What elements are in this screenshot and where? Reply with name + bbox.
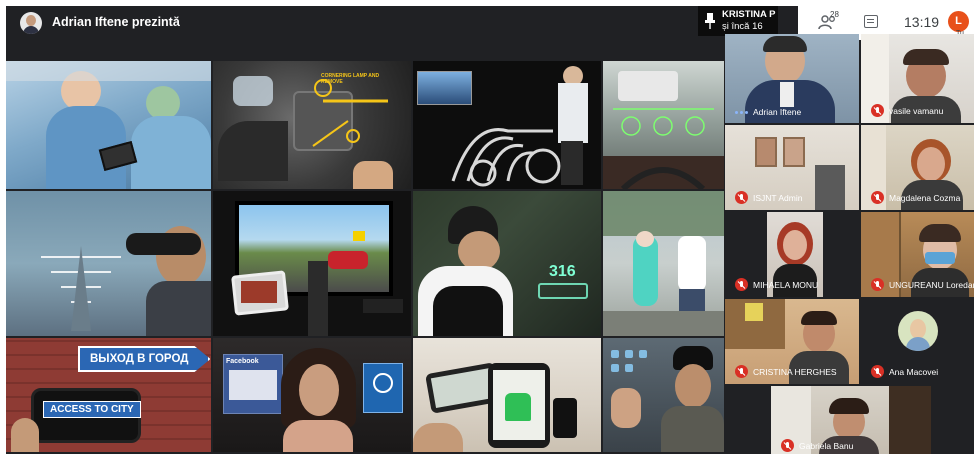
pinned-name: KRISTINA P	[722, 9, 776, 20]
participant-tile-cristina-herghes[interactable]: CRISTINA HERGHES	[725, 299, 859, 384]
phone-sign: ACCESS TO CITY	[43, 401, 141, 418]
slide-image-hud-headset	[6, 191, 211, 336]
slide-image-gesture-interface	[603, 338, 724, 452]
participant-tile-ungureanu-loredana[interactable]: UNGUREANU Loredana	[861, 212, 974, 297]
participant-name: ISJNT Admin	[735, 191, 802, 204]
slide-image-surgery	[6, 61, 211, 189]
mic-off-icon	[871, 365, 884, 378]
shared-presentation: CORNERING LAMP AND REMOVE 316 ВЫХОД В ГО…	[6, 61, 724, 452]
meet-window: Adrian Iftene prezintă KRISTINA P și înc…	[6, 6, 974, 454]
participant-avatar	[898, 311, 938, 351]
mic-off-icon	[735, 365, 748, 378]
phone-sign-text: ACCESS TO CITY	[50, 404, 134, 415]
mic-off-icon	[871, 104, 884, 117]
slide-image-city-sign: ВЫХОД В ГОРОД ACCESS TO CITY	[6, 338, 211, 452]
participant-tile-vasile-vamanu[interactable]: vasile vamanu	[861, 34, 974, 123]
participant-name: Adrian Iftene	[735, 107, 801, 117]
participant-tile-isjnt-admin[interactable]: ISJNT Admin	[725, 125, 859, 210]
pinned-others-count: și încă 16	[722, 21, 763, 32]
participant-name: CRISTINA HERGHES	[735, 365, 837, 378]
engine-overlay-text: CORNERING LAMP AND REMOVE	[321, 73, 380, 85]
slide-image-face-recognition: Facebook	[213, 338, 411, 452]
slide-image-racing-game	[213, 191, 411, 336]
mic-off-icon	[781, 439, 794, 452]
mic-off-icon	[735, 191, 748, 204]
participant-tile-ana-macovei[interactable]: Ana Macovei	[861, 299, 974, 384]
participant-name: UNGUREANU Loredana	[871, 278, 974, 291]
slide-image-car-display	[413, 61, 601, 189]
presenter-avatar	[20, 12, 42, 34]
slide-image-cyclist: 316	[413, 191, 601, 336]
presentation-title: Adrian Iftene prezintă	[52, 15, 180, 29]
screen: Adrian Iftene prezintă KRISTINA P și înc…	[0, 0, 980, 461]
pin-icon	[705, 13, 715, 29]
mic-off-icon	[735, 278, 748, 291]
participant-name: vasile vamanu	[871, 104, 943, 117]
speaking-indicator-icon	[735, 110, 748, 114]
participant-tile-adrian-iftene[interactable]: Adrian Iftene	[725, 34, 859, 123]
participant-name: Ana Macovei	[871, 365, 938, 378]
participant-tile-gabriela-banu[interactable]: Gabriela Banu	[771, 386, 931, 454]
slide-image-engine: CORNERING LAMP AND REMOVE	[213, 61, 411, 189]
participant-name: MIHAELA MONU	[735, 278, 818, 291]
participant-tile-mihaela-monu[interactable]: MIHAELA MONU	[725, 212, 859, 297]
slide-image-hud-windshield	[603, 61, 724, 189]
participant-name: Magdalena Cozma	[871, 191, 960, 204]
road-sign-text: ВЫХОД В ГОРОД	[90, 353, 189, 365]
participant-name: Gabriela Banu	[781, 439, 853, 452]
speed-readout: 316	[549, 263, 576, 280]
participant-count: 28	[830, 10, 839, 19]
facebook-label: Facebook	[226, 358, 259, 365]
meeting-clock: 13:19	[904, 14, 940, 30]
mic-off-icon	[871, 278, 884, 291]
slide-image-furniture-ar	[413, 338, 601, 452]
participant-tile-magdalena-cozma[interactable]: Magdalena Cozma	[861, 125, 974, 210]
user-avatar[interactable]: L	[948, 11, 969, 32]
mic-off-icon	[871, 191, 884, 204]
chat-icon[interactable]	[864, 15, 878, 28]
slide-image-street-hologram	[603, 191, 724, 336]
road-sign: ВЫХОД В ГОРОД	[78, 346, 211, 372]
pinned-participant-indicator[interactable]: KRISTINA P și încă 16	[698, 6, 778, 36]
